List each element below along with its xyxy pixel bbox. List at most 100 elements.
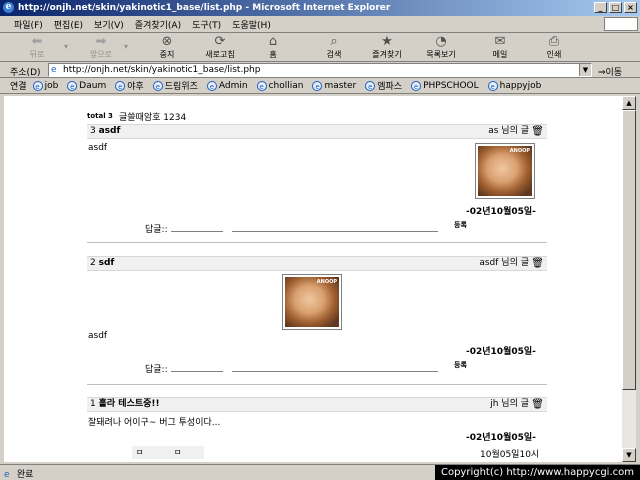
post-subject[interactable]: 홀라 테스트중!!	[99, 399, 160, 409]
link-icon: e	[115, 80, 126, 91]
forward-button[interactable]: ➡ 앞으로	[86, 35, 116, 60]
reply-name-input[interactable]	[171, 231, 223, 232]
address-input[interactable]: e http://onjh.net/skin/yakinotic1_base/l…	[48, 63, 592, 77]
minimize-button[interactable]: _	[594, 2, 607, 13]
menu-bar: 파일(F) 편집(E) 보기(V) 즐겨찾기(A) 도구(T) 도움말(H)	[0, 16, 640, 33]
back-button[interactable]: ⬅ 뒤로	[22, 35, 52, 60]
link-master[interactable]: e master	[312, 80, 356, 91]
mail-icon: ✉	[494, 34, 506, 49]
search-button[interactable]: ⌕ 검색	[320, 35, 348, 60]
menu-view[interactable]: 보기(V)	[94, 18, 124, 31]
address-dropdown-icon[interactable]: ▼	[579, 64, 591, 76]
link-icon: e	[206, 80, 217, 91]
post-header: 3 asdf as 님의 글 🗑	[87, 124, 547, 139]
post-author: as 님의 글	[488, 126, 529, 136]
post-body: 잘돼려나 어이구~ 버그 투성이다...	[88, 418, 221, 428]
menu-favorites[interactable]: 즐겨찾기(A)	[135, 18, 181, 31]
link-icon: e	[312, 80, 323, 91]
scroll-down-icon[interactable]: ▼	[622, 448, 636, 462]
forward-arrow-icon: ➡	[95, 34, 107, 49]
ie-logo-icon: e	[3, 2, 14, 13]
printer-icon: ⎙	[548, 34, 560, 49]
link-icon: e	[32, 80, 43, 91]
link-icon: e	[365, 80, 376, 91]
menu-help[interactable]: 도움말(H)	[232, 18, 271, 31]
divider	[87, 242, 547, 243]
links-bar: 연결 e job e Daum e 야후 e 드림위즈 e Admin e chollian…	[0, 78, 640, 94]
link-icon: e	[487, 80, 498, 91]
post-photo: ANOOP	[282, 274, 342, 330]
menu-edit[interactable]: 편집(E)	[54, 18, 83, 31]
status-text: 완료	[16, 470, 34, 480]
comment-row: ㅁ ㅁ	[132, 446, 204, 459]
page-icon: e	[51, 65, 57, 75]
post-header: 2 sdf asdf 님의 글 🗑	[87, 256, 547, 271]
trash-icon[interactable]: 🗑	[531, 399, 544, 410]
post-author: asdf 님의 글	[479, 258, 529, 268]
post-date: -02년10월05일-	[466, 347, 536, 357]
link-job[interactable]: e job	[32, 80, 58, 91]
reply-submit-button[interactable]: 등록	[454, 220, 467, 230]
link-yahoo[interactable]: e 야후	[115, 79, 144, 92]
go-button[interactable]: ⇒이동	[598, 65, 622, 78]
reply-name-input[interactable]	[171, 371, 223, 372]
reply-label: 답글::	[145, 365, 168, 375]
link-icon: e	[67, 80, 78, 91]
link-empas[interactable]: e 엠파스	[365, 79, 402, 92]
refresh-button[interactable]: ⟳ 새로고침	[200, 35, 240, 60]
refresh-icon: ⟳	[214, 34, 226, 49]
reply-submit-button[interactable]: 등록	[454, 360, 467, 370]
links-label: 연결	[10, 82, 27, 92]
favorites-button[interactable]: ★ 즐겨찾기	[366, 35, 408, 60]
trash-icon[interactable]: 🗑	[531, 258, 544, 269]
link-icon: e	[256, 80, 267, 91]
reply-text-input[interactable]	[232, 231, 438, 232]
scroll-up-icon[interactable]: ▲	[622, 96, 636, 110]
history-icon: ◔	[435, 34, 447, 49]
photo-tag: ANOOP	[316, 279, 337, 285]
link-dreamwiz[interactable]: e 드림위즈	[152, 79, 198, 92]
post-number: 3	[90, 126, 96, 136]
page-viewport: total 3 글쓸때암호 1234 3 asdf as 님의 글 🗑 asdf…	[4, 96, 622, 462]
divider	[87, 384, 547, 385]
link-daum[interactable]: e Daum	[67, 80, 106, 91]
post-subject[interactable]: asdf	[99, 126, 121, 136]
post-subject[interactable]: sdf	[99, 258, 115, 268]
history-button[interactable]: ◔ 목록보기	[420, 35, 462, 60]
search-icon: ⌕	[330, 34, 338, 49]
stop-icon: ⊗	[161, 34, 173, 49]
close-button[interactable]: ×	[624, 2, 637, 13]
link-icon: e	[411, 80, 422, 91]
back-arrow-icon: ⬅	[31, 34, 43, 49]
stop-button[interactable]: ⊗ 중지	[152, 35, 182, 60]
comment-date: 10월05일10시	[480, 450, 540, 460]
menu-file[interactable]: 파일(F)	[14, 18, 43, 31]
link-chollian[interactable]: e chollian	[256, 80, 303, 91]
post-body: asdf	[88, 331, 108, 341]
post-date: -02년10월05일-	[466, 433, 536, 443]
link-admin[interactable]: e Admin	[206, 80, 248, 91]
maximize-button[interactable]: □	[609, 2, 622, 13]
copyright-banner: Copyright(c) http://www.happycgi.com	[435, 465, 640, 480]
forward-dropdown[interactable]: ▾	[122, 42, 130, 51]
vertical-scrollbar[interactable]: ▲ ▼	[622, 96, 636, 462]
home-icon: ⌂	[268, 34, 278, 49]
link-icon: e	[152, 80, 163, 91]
post-body: asdf	[88, 143, 108, 153]
post-photo: ANOOP	[475, 143, 535, 199]
address-label: 주소(D)	[10, 68, 41, 78]
windows-logo-throbber	[604, 17, 638, 31]
comment-box: ㅁ	[136, 448, 144, 457]
link-phpschool[interactable]: e PHPSCHOOL	[411, 80, 479, 91]
link-happyjob[interactable]: e happyjob	[487, 80, 541, 91]
scroll-thumb[interactable]	[622, 110, 636, 390]
reply-text-input[interactable]	[232, 371, 438, 372]
home-button[interactable]: ⌂ 홈	[262, 35, 284, 60]
menu-tools[interactable]: 도구(T)	[192, 18, 221, 31]
window-title: http://onjh.net/skin/yakinotic1_base/lis…	[18, 3, 391, 13]
trash-icon[interactable]: 🗑	[531, 126, 544, 137]
print-button[interactable]: ⎙ 인쇄	[540, 35, 568, 60]
back-dropdown[interactable]: ▾	[62, 42, 70, 51]
mail-button[interactable]: ✉ 메일	[486, 35, 514, 60]
favorites-icon: ★	[381, 34, 393, 49]
